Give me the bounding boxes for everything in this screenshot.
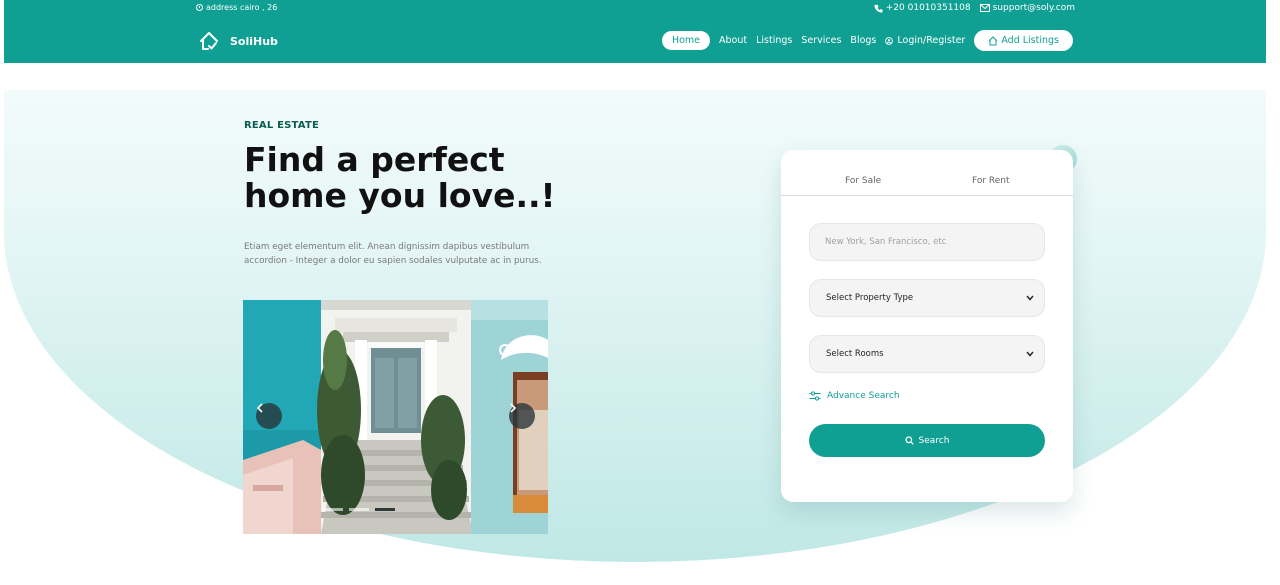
- address: address cairo , 26: [196, 3, 277, 12]
- chevron-down-icon: [1026, 351, 1034, 357]
- phone-link[interactable]: +20 01010351108: [874, 3, 971, 13]
- location-input[interactable]: New York, San Francisco, etc: [809, 223, 1045, 261]
- property-type-value: Select Property Type: [826, 293, 914, 303]
- nav-home[interactable]: Home: [661, 31, 711, 50]
- advance-search-label: Advance Search: [827, 391, 900, 401]
- slider-dot-3[interactable]: [375, 508, 395, 511]
- nav-listings[interactable]: Listings: [756, 35, 792, 46]
- email-link[interactable]: support@soly.com: [979, 3, 1075, 13]
- slider-next-button[interactable]: [509, 403, 535, 429]
- main-nav: Home About Listings Services Blogs Login…: [661, 30, 1073, 51]
- slider-dot-2[interactable]: [349, 508, 369, 511]
- house-photo: [243, 300, 548, 534]
- hero-headline: Find a perfect home you love..!: [244, 142, 584, 214]
- site-header: address cairo , 26 +20 01010351108 suppo…: [4, 0, 1266, 63]
- search-button-label: Search: [918, 435, 950, 446]
- chevron-right-icon: [510, 403, 517, 413]
- rooms-select[interactable]: Select Rooms: [809, 335, 1045, 373]
- property-type-select[interactable]: Select Property Type: [809, 279, 1045, 317]
- brand-name: SoliHub: [230, 34, 278, 48]
- tab-for-sale[interactable]: For Sale: [845, 176, 881, 186]
- headline-line-2: home you love..!: [244, 176, 556, 215]
- nav-blogs[interactable]: Blogs: [850, 35, 876, 46]
- chevron-left-icon: [256, 403, 263, 413]
- navbar: SoliHub Home About Listings Services Blo…: [4, 28, 1266, 56]
- home-icon: [988, 35, 998, 45]
- search-tabs: For Sale For Rent: [781, 150, 1073, 196]
- hero-eyebrow: REAL ESTATE: [244, 120, 320, 131]
- search-card: For Sale For Rent New York, San Francisc…: [781, 150, 1073, 502]
- nav-login[interactable]: Login/Register: [885, 35, 965, 46]
- contact-info: +20 01010351108 support@soly.com: [874, 3, 1075, 13]
- image-slider[interactable]: [243, 300, 548, 534]
- advance-search-link[interactable]: Advance Search: [809, 391, 900, 401]
- slider-dot-1[interactable]: [323, 508, 343, 511]
- add-listings-label: Add Listings: [1001, 35, 1059, 46]
- email-text: support@soly.com: [992, 3, 1075, 13]
- headline-line-1: Find a perfect: [244, 140, 505, 179]
- location-icon: [196, 4, 203, 11]
- nav-about[interactable]: About: [719, 35, 747, 46]
- tab-for-rent[interactable]: For Rent: [972, 176, 1010, 186]
- topbar: address cairo , 26 +20 01010351108 suppo…: [4, 3, 1266, 17]
- chevron-down-icon: [1026, 295, 1034, 301]
- slider-indicators: [323, 508, 395, 511]
- search-icon: [904, 436, 914, 445]
- hero-description: Etiam eget elementum elit. Anean digniss…: [244, 242, 542, 266]
- search-button[interactable]: Search: [809, 424, 1045, 457]
- sliders-icon: [809, 391, 821, 401]
- rooms-value: Select Rooms: [826, 349, 884, 359]
- phone-text: +20 01010351108: [885, 3, 971, 13]
- mail-icon: [979, 4, 990, 12]
- brand-logo[interactable]: SoliHub: [198, 30, 278, 52]
- phone-icon: [874, 4, 883, 13]
- nav-services[interactable]: Services: [801, 35, 841, 46]
- slider-prev-button[interactable]: [256, 403, 282, 429]
- hero-section: REAL ESTATE Find a perfect home you love…: [4, 90, 1266, 562]
- login-label: Login/Register: [897, 35, 966, 46]
- home-logo-icon: [200, 32, 218, 50]
- user-icon: [885, 36, 894, 45]
- add-listings-button[interactable]: Add Listings: [974, 30, 1073, 51]
- address-text: address cairo , 26: [206, 3, 278, 12]
